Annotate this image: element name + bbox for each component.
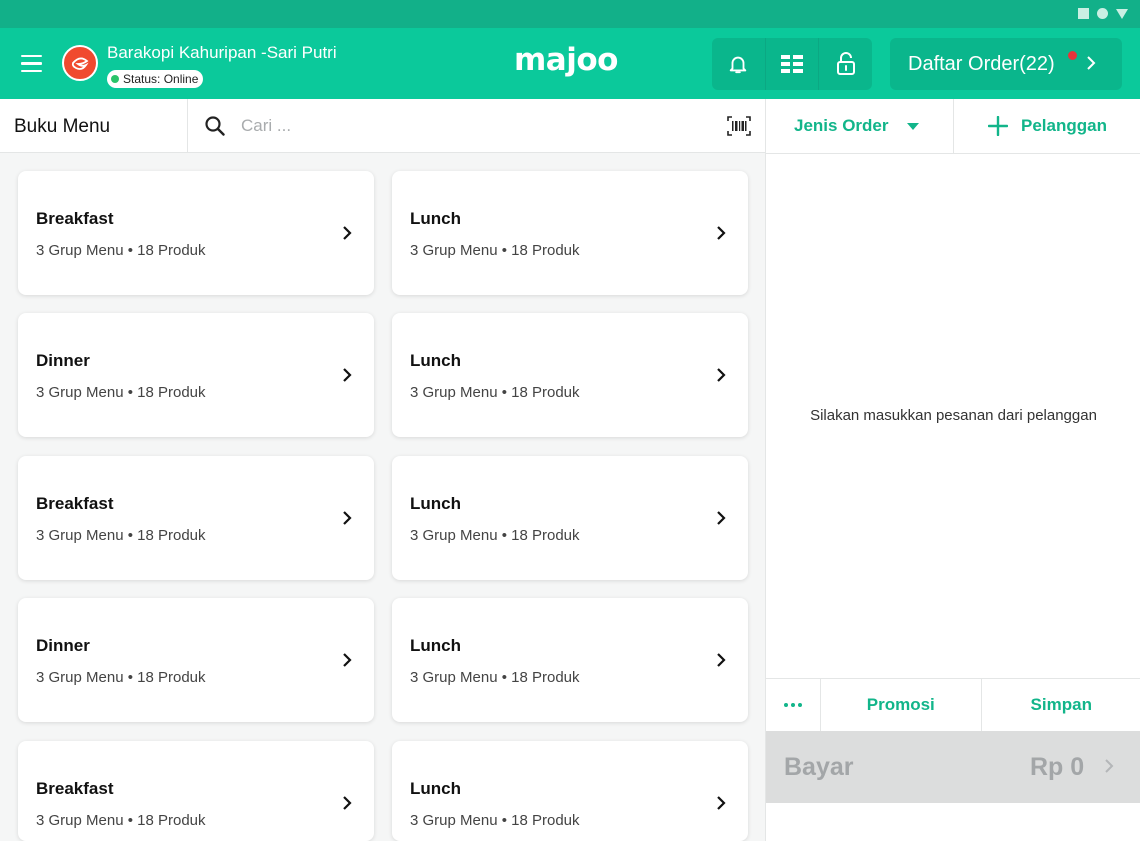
menu-card[interactable]: Lunch 3 Grup Menu • 18 Produk xyxy=(392,741,748,841)
menu-card-title: Lunch xyxy=(410,494,461,513)
pay-button[interactable]: Bayar Rp 0 xyxy=(766,731,1140,803)
chevron-right-icon xyxy=(717,511,726,525)
caret-down-icon[interactable] xyxy=(907,123,919,130)
status-badge: Status: Online xyxy=(107,70,204,88)
bell-icon xyxy=(730,56,747,74)
triangle-icon xyxy=(1116,8,1128,19)
unlock-icon xyxy=(836,52,855,75)
menu-card[interactable]: Dinner 3 Grup Menu • 18 Produk xyxy=(18,313,374,437)
system-status-bar xyxy=(0,0,1140,28)
promo-button[interactable]: Promosi xyxy=(821,679,982,731)
notification-button[interactable] xyxy=(712,38,766,90)
chevron-right-icon xyxy=(717,368,726,382)
menu-card-subtitle: 3 Grup Menu • 18 Produk xyxy=(410,812,580,829)
store-avatar xyxy=(62,45,98,81)
menu-card-subtitle: 3 Grup Menu • 18 Produk xyxy=(410,242,580,259)
online-dot-icon xyxy=(111,75,119,83)
menu-card[interactable]: Breakfast 3 Grup Menu • 18 Produk xyxy=(18,456,374,580)
menu-card-title: Breakfast xyxy=(36,209,114,228)
menu-card[interactable]: Lunch 3 Grup Menu • 18 Produk xyxy=(392,456,748,580)
menu-card-subtitle: 3 Grup Menu • 18 Produk xyxy=(410,384,580,401)
menu-card-subtitle: 3 Grup Menu • 18 Produk xyxy=(36,527,206,544)
header-icon-group xyxy=(712,38,872,90)
chevron-right-icon xyxy=(343,653,352,667)
add-customer-button[interactable]: Pelanggan xyxy=(1021,116,1107,136)
coffee-logo-icon xyxy=(71,57,89,70)
chevron-right-icon xyxy=(1087,56,1096,70)
menu-card-title: Breakfast xyxy=(36,779,114,798)
circle-icon xyxy=(1097,8,1108,19)
menu-card-subtitle: 3 Grup Menu • 18 Produk xyxy=(410,527,580,544)
order-panel: Jenis Order Pelanggan Silakan masukkan p… xyxy=(765,99,1140,841)
chevron-right-icon xyxy=(343,368,352,382)
divider xyxy=(187,99,188,152)
chevron-right-icon xyxy=(717,226,726,240)
order-panel-toolbar: Jenis Order Pelanggan xyxy=(766,99,1140,154)
menu-card-title: Lunch xyxy=(410,351,461,370)
menu-book-bar: Buku Menu xyxy=(0,99,765,153)
menu-card[interactable]: Lunch 3 Grup Menu • 18 Produk xyxy=(392,598,748,722)
menu-card-subtitle: 3 Grup Menu • 18 Produk xyxy=(36,669,206,686)
chevron-right-icon xyxy=(1105,759,1114,773)
order-type-dropdown[interactable]: Jenis Order xyxy=(794,116,889,136)
more-dots-icon xyxy=(784,703,788,707)
empty-order-message: Silakan masukkan pesanan dari pelanggan xyxy=(810,407,1097,424)
status-text: Status: Online xyxy=(123,72,199,86)
menu-card[interactable]: Breakfast 3 Grup Menu • 18 Produk xyxy=(18,171,374,295)
chevron-right-icon xyxy=(343,226,352,240)
grid-view-button[interactable] xyxy=(766,38,820,90)
divider xyxy=(953,99,954,154)
menu-card[interactable]: Breakfast 3 Grup Menu • 18 Produk xyxy=(18,741,374,841)
chevron-right-icon xyxy=(343,511,352,525)
search-input[interactable] xyxy=(241,112,701,140)
menu-card-subtitle: 3 Grup Menu • 18 Produk xyxy=(36,812,206,829)
save-button[interactable]: Simpan xyxy=(982,679,1140,731)
grid-view-icon xyxy=(781,55,803,73)
menu-card-subtitle: 3 Grup Menu • 18 Produk xyxy=(36,384,206,401)
store-name: Barakopi Kahuripan -Sari Putri xyxy=(107,43,337,62)
menu-card-title: Lunch xyxy=(410,636,461,655)
square-icon xyxy=(1078,8,1089,19)
system-icons xyxy=(1078,8,1128,19)
pay-amount: Rp 0 xyxy=(1030,753,1085,781)
menu-card-title: Dinner xyxy=(36,351,90,370)
chevron-right-icon xyxy=(343,796,352,810)
order-list-label: Daftar Order(22) xyxy=(908,52,1055,75)
menu-card[interactable]: Lunch 3 Grup Menu • 18 Produk xyxy=(392,171,748,295)
page-title: Buku Menu xyxy=(14,116,111,137)
menu-card-title: Lunch xyxy=(410,779,461,798)
menu-card[interactable]: Dinner 3 Grup Menu • 18 Produk xyxy=(18,598,374,722)
pay-label: Bayar xyxy=(784,753,854,781)
notification-dot-icon xyxy=(1068,51,1077,60)
chevron-right-icon xyxy=(717,653,726,667)
menu-card-subtitle: 3 Grup Menu • 18 Produk xyxy=(410,669,580,686)
menu-card[interactable]: Lunch 3 Grup Menu • 18 Produk xyxy=(392,313,748,437)
barcode-scan-icon[interactable] xyxy=(727,116,751,136)
search-icon xyxy=(205,116,225,136)
lock-button[interactable] xyxy=(819,38,872,90)
menu-card-subtitle: 3 Grup Menu • 18 Produk xyxy=(36,242,206,259)
app-header: Barakopi Kahuripan -Sari Putri Status: O… xyxy=(0,28,1140,99)
order-actions: Promosi Simpan xyxy=(766,678,1140,731)
plus-icon[interactable] xyxy=(988,116,1008,136)
order-list-button[interactable]: Daftar Order(22) xyxy=(890,38,1122,90)
brand-logo: majoo xyxy=(514,42,618,78)
menu-card-title: Lunch xyxy=(410,209,461,228)
menu-icon[interactable] xyxy=(21,55,42,72)
menu-card-title: Dinner xyxy=(36,636,90,655)
chevron-right-icon xyxy=(717,796,726,810)
menu-card-title: Breakfast xyxy=(36,494,114,513)
more-options-button[interactable] xyxy=(766,679,821,731)
